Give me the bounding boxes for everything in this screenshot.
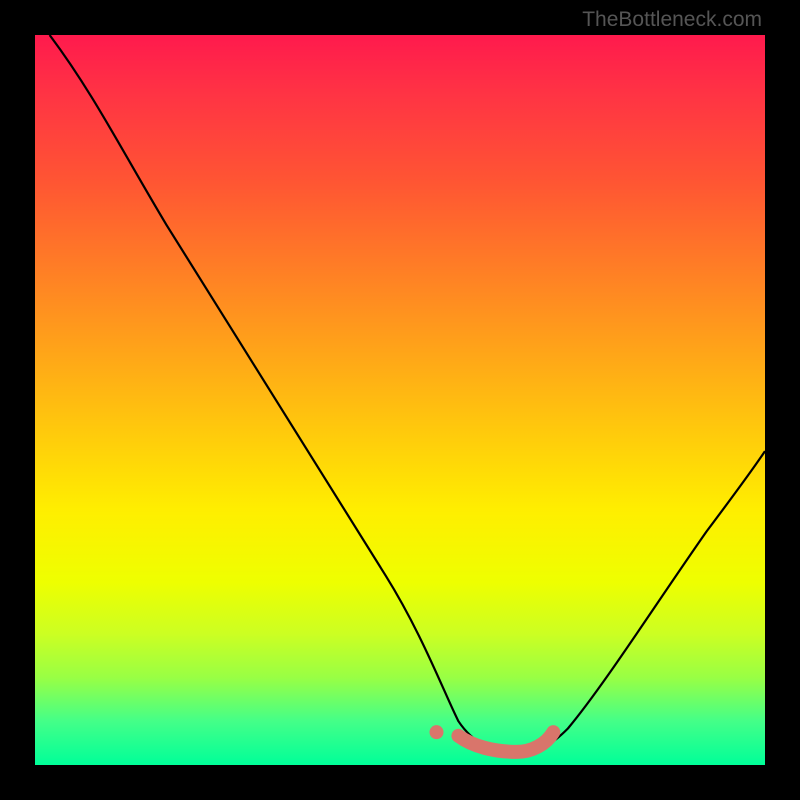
plot-gradient-background: [35, 35, 765, 765]
watermark-text: TheBottleneck.com: [582, 8, 762, 32]
chart-container: TheBottleneck.com: [0, 0, 800, 800]
